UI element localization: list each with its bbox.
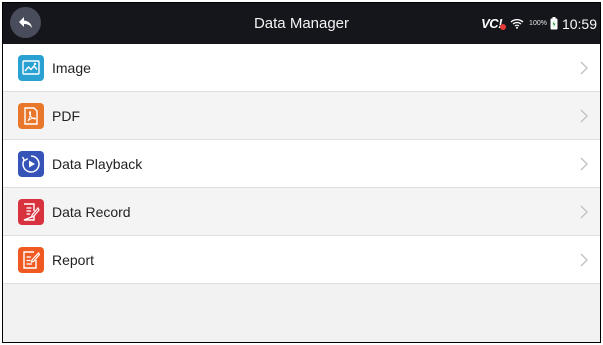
menu-item-data-playback[interactable]: Data Playback bbox=[3, 140, 600, 188]
top-bar: Data Manager VC! 100% 10:59 bbox=[3, 3, 600, 44]
menu-item-data-record[interactable]: Data Record bbox=[3, 188, 600, 236]
menu-item-pdf[interactable]: PDF bbox=[3, 92, 600, 140]
battery-percent: 100% bbox=[529, 20, 547, 27]
image-icon bbox=[18, 54, 44, 81]
menu-item-report[interactable]: Report bbox=[3, 236, 600, 284]
vci-disconnected-dot bbox=[500, 24, 507, 30]
chevron-right-icon bbox=[580, 61, 588, 75]
app-window: Data Manager VC! 100% 10:59 Image PDF Da… bbox=[2, 2, 601, 343]
chevron-right-icon bbox=[580, 205, 588, 219]
status-bar: VC! 100% 10:59 bbox=[481, 3, 597, 44]
menu-item-label: Report bbox=[52, 251, 95, 268]
chevron-right-icon bbox=[580, 109, 588, 123]
report-icon bbox=[18, 246, 44, 273]
wifi-icon bbox=[510, 18, 524, 29]
clock: 10:59 bbox=[561, 15, 597, 32]
vci-status: VC! bbox=[481, 16, 507, 31]
battery-icon bbox=[550, 17, 558, 30]
chevron-right-icon bbox=[580, 253, 588, 267]
menu-item-label: Data Playback bbox=[52, 155, 143, 172]
menu-item-label: Data Record bbox=[52, 203, 131, 220]
vci-label: VC bbox=[481, 16, 499, 31]
pdf-icon bbox=[18, 102, 44, 129]
chevron-right-icon bbox=[580, 157, 588, 171]
menu-item-label: Image bbox=[52, 59, 91, 76]
back-arrow-icon bbox=[18, 16, 32, 28]
menu-item-label: PDF bbox=[52, 107, 80, 124]
menu-item-image[interactable]: Image bbox=[3, 44, 600, 92]
record-icon bbox=[18, 198, 44, 225]
back-button[interactable] bbox=[10, 7, 41, 38]
menu-list: Image PDF Data Playback Data Record Repo… bbox=[3, 44, 600, 284]
playback-icon bbox=[18, 150, 44, 177]
